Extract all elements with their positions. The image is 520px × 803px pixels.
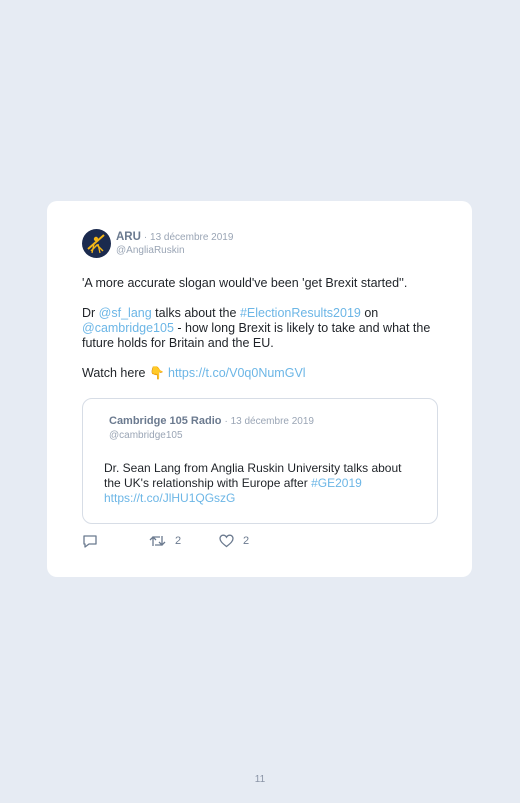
quoted-body: Dr. Sean Lang from Anglia Ruskin Univers… xyxy=(104,461,414,506)
tweet-link[interactable]: https://t.co/V0q0NumGVl xyxy=(168,366,306,380)
avatar[interactable] xyxy=(82,229,111,258)
quoted-link[interactable]: https://t.co/JlHU1QGszG xyxy=(104,491,235,505)
like-count: 2 xyxy=(243,535,250,547)
author-handle[interactable]: @AngliaRuskin xyxy=(116,245,185,256)
reply-button[interactable] xyxy=(82,534,98,548)
text-dr: Dr xyxy=(82,306,99,320)
like-button[interactable]: 2 xyxy=(219,534,249,548)
text-talks-about: talks about the xyxy=(151,306,240,320)
retweet-icon xyxy=(149,536,166,546)
like-icon xyxy=(219,534,234,548)
author-name-text[interactable]: ARU xyxy=(116,231,141,243)
text-watch-here: Watch here xyxy=(82,366,149,380)
aru-logo-icon xyxy=(87,234,105,254)
pointing-down-emoji: 👇 xyxy=(148,366,165,380)
tweet-actions: 2 2 xyxy=(82,534,382,550)
quoted-tweet[interactable]: Cambridge 105 Radio · 13 décembre 2019 @c… xyxy=(82,398,438,524)
quoted-handle[interactable]: @cambridge105 xyxy=(109,430,183,441)
author-name[interactable]: ARU · 13 décembre 2019 xyxy=(116,231,233,243)
retweet-count: 2 xyxy=(175,535,182,547)
tweet-date[interactable]: · 13 décembre 2019 xyxy=(144,232,234,243)
text-on: on xyxy=(360,306,379,320)
tweet-card: ARU · 13 décembre 2019 @AngliaRuskin 'A m… xyxy=(47,201,472,577)
page-number: 11 xyxy=(254,774,266,785)
hashtag-ge2019[interactable]: #GE2019 xyxy=(311,476,362,490)
quoted-date[interactable]: · 13 décembre 2019 xyxy=(224,416,314,427)
quoted-author-name[interactable]: Cambridge 105 Radio xyxy=(109,415,221,427)
tweet-line-1: 'A more accurate slogan would've been 'g… xyxy=(82,276,408,290)
mention-sf-lang[interactable]: @sf_lang xyxy=(99,306,152,320)
reply-icon xyxy=(83,535,97,548)
mention-cambridge105[interactable]: @cambridge105 xyxy=(82,321,174,335)
tweet-body: 'A more accurate slogan would've been 'g… xyxy=(82,276,442,396)
quoted-author[interactable]: Cambridge 105 Radio · 13 décembre 2019 xyxy=(109,415,314,427)
tweet-watch-line: Watch here 👇 https://t.co/V0q0NumGVl xyxy=(82,366,442,381)
tweet-paragraph-2: Dr @sf_lang talks about the #ElectionRes… xyxy=(82,306,442,351)
retweet-button[interactable]: 2 xyxy=(149,534,181,548)
hashtag-election-results[interactable]: #ElectionResults2019 xyxy=(240,306,361,320)
